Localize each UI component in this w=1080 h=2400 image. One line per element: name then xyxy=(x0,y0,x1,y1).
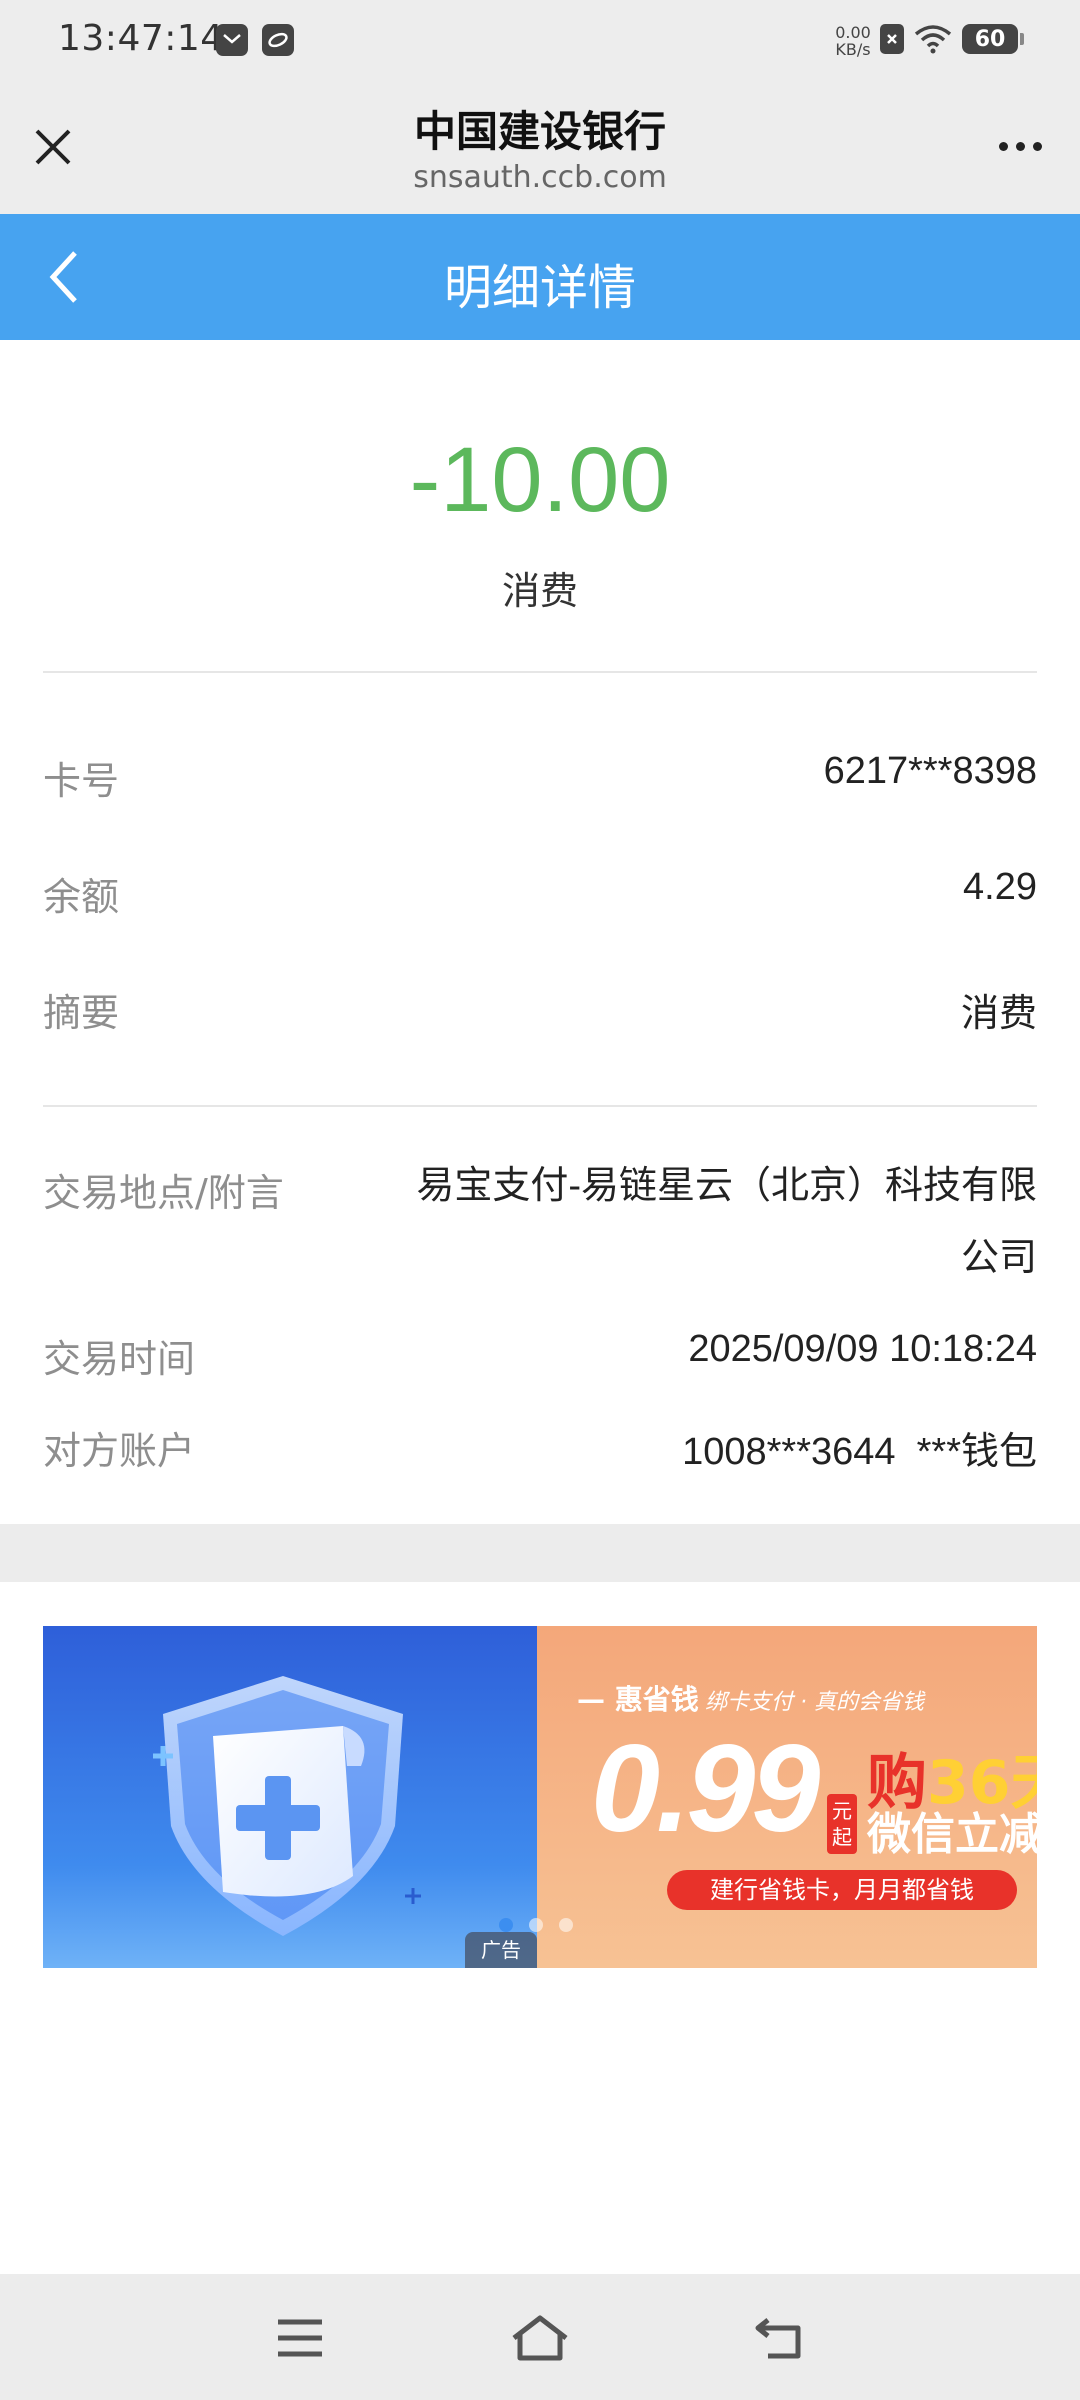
balance-label: 余额 xyxy=(43,875,120,919)
site-title: 中国建设银行 xyxy=(413,107,666,156)
promo-price-unit: 元起 xyxy=(827,1794,857,1854)
counterparty-label: 对方账户 xyxy=(43,1429,196,1473)
location-label: 交易地点/附言 xyxy=(43,1171,284,1215)
time-label: 交易时间 xyxy=(43,1337,196,1381)
home-nav-button[interactable] xyxy=(508,2308,572,2368)
carousel-dot[interactable] xyxy=(529,1918,543,1932)
summary-label: 摘要 xyxy=(43,991,120,1035)
promo-wechat-text: 微信立减金 xyxy=(867,1809,1037,1860)
wifi-icon xyxy=(914,25,952,54)
transaction-amount: -10.00 xyxy=(409,429,671,531)
balance-value: 4.29 xyxy=(963,866,1037,908)
more-dot-icon xyxy=(1032,141,1042,151)
section-separator xyxy=(0,1524,1080,1582)
promo-cta-button[interactable]: 建行省钱卡，月月都省钱 xyxy=(667,1870,1017,1910)
app-bar: 明细详情 xyxy=(0,214,1080,340)
mail-icon xyxy=(216,24,248,56)
divider xyxy=(43,1105,1037,1107)
app-icon xyxy=(262,24,294,56)
carousel-indicator xyxy=(499,1918,573,1932)
menu-nav-button[interactable] xyxy=(268,2308,332,2368)
menu-icon xyxy=(278,2319,322,2357)
banner-slide-insurance xyxy=(43,1626,537,1968)
promo-brand: — 惠省钱 xyxy=(577,1683,699,1716)
more-dot-icon xyxy=(1015,141,1025,151)
page-title: 明细详情 xyxy=(443,260,636,316)
ad-label: 广告 xyxy=(465,1932,537,1968)
status-bar: 13:47:14 0.00 KB/s 60 xyxy=(0,0,1080,82)
site-url: snsauth.ccb.com xyxy=(413,160,667,195)
system-nav-bar xyxy=(0,2274,1080,2400)
sim-off-icon xyxy=(880,24,904,54)
more-dot-icon xyxy=(998,141,1008,151)
location-value: 易宝支付-易链星云（北京）科技有限公司 xyxy=(416,1165,1037,1279)
status-time: 13:47:14 xyxy=(58,18,224,59)
summary-value: 消费 xyxy=(960,993,1037,1035)
net-speed: 0.00 KB/s xyxy=(835,23,871,59)
shield-icon xyxy=(153,1676,421,1936)
time-value: 2025/09/09 10:18:24 xyxy=(688,1328,1037,1370)
back-icon xyxy=(755,2318,801,2359)
card-number-label: 卡号 xyxy=(43,759,120,803)
ad-banner[interactable]: — 惠省钱 绑卡支付 · 真的会省钱 0.99 元起 购36天 微信立减金 建行… xyxy=(43,1626,1037,1968)
more-button[interactable] xyxy=(990,126,1050,166)
carousel-dot[interactable] xyxy=(499,1918,513,1932)
back-nav-button[interactable] xyxy=(748,2308,812,2368)
card-number-value: 6217***8398 xyxy=(823,750,1037,792)
transaction-type: 消费 xyxy=(501,569,578,613)
browser-header: 中国建设银行 snsauth.ccb.com xyxy=(0,82,1080,214)
divider xyxy=(43,671,1037,673)
banner-slide-promo: — 惠省钱 绑卡支付 · 真的会省钱 0.99 元起 购36天 微信立减金 建行… xyxy=(537,1626,1037,1968)
carousel-dot[interactable] xyxy=(559,1918,573,1932)
promo-tagline: 绑卡支付 · 真的会省钱 xyxy=(705,1690,924,1715)
counterparty-value: 1008***3644 ***钱包 xyxy=(682,1431,1037,1473)
promo-price: 0.99 xyxy=(591,1720,820,1858)
notification-icons xyxy=(216,24,294,56)
battery-icon: 60 xyxy=(962,24,1024,54)
home-icon xyxy=(512,2315,568,2361)
